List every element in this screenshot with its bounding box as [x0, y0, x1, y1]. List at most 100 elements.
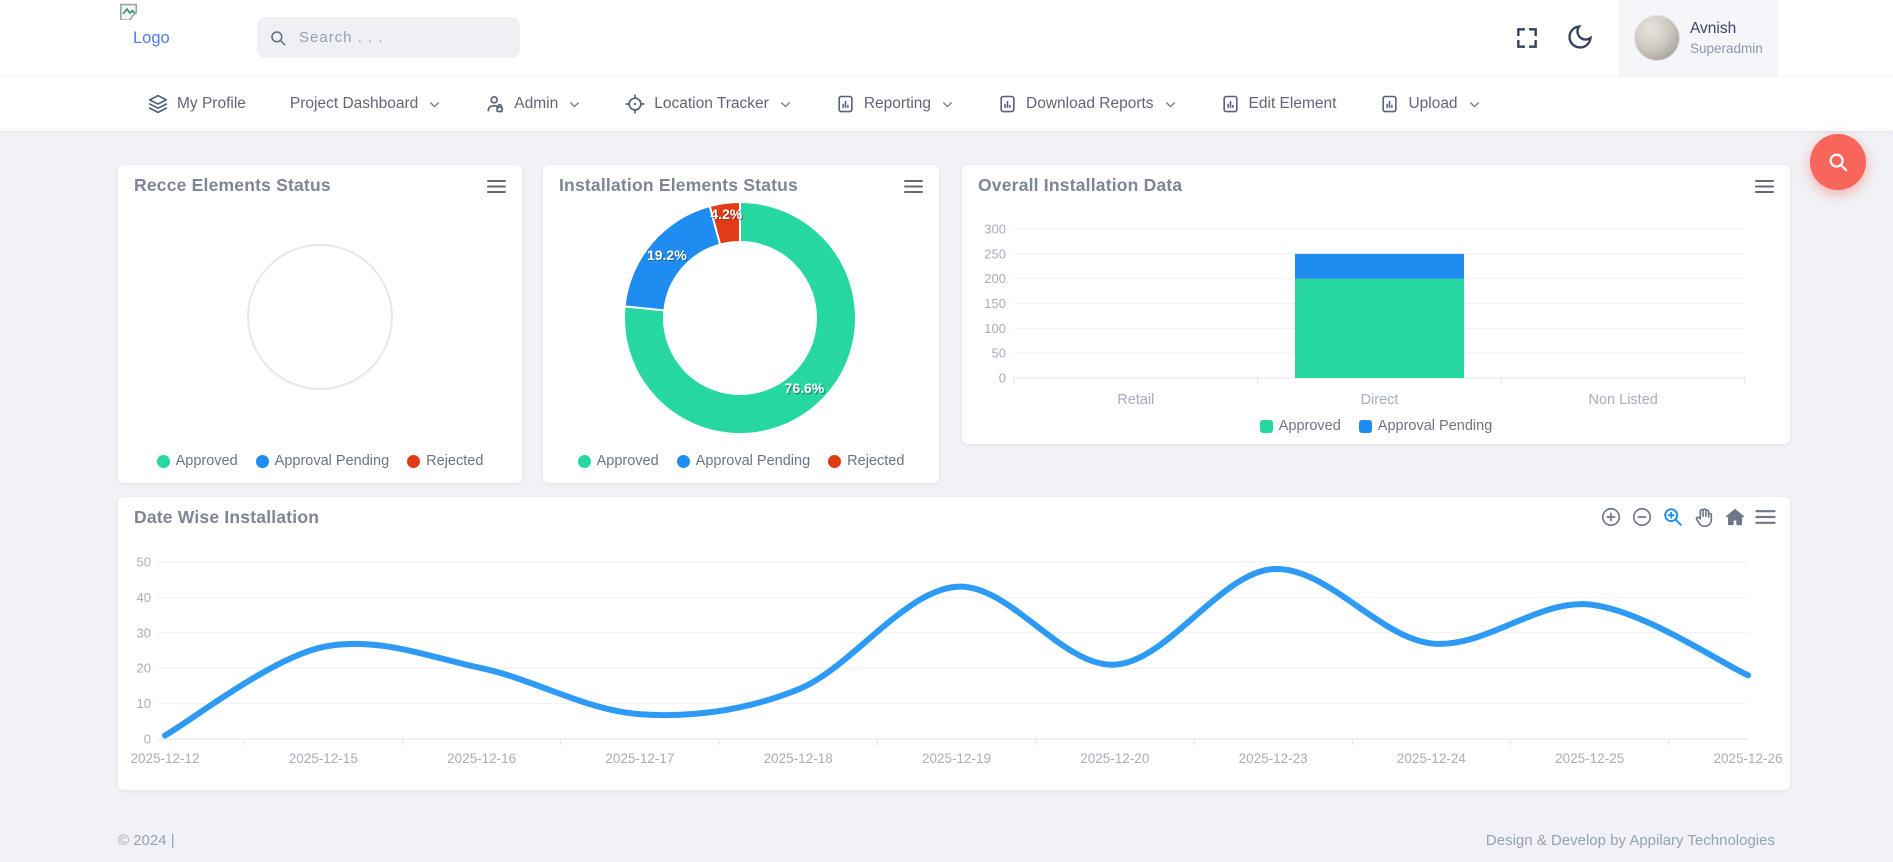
y-tick-label: 40 [137, 590, 151, 605]
nav-item-upload[interactable]: Upload [1380, 94, 1480, 114]
nav-item-download-reports[interactable]: Download Reports [998, 94, 1177, 114]
report-icon [1380, 94, 1399, 114]
report-icon [836, 94, 855, 114]
layers-icon [148, 94, 168, 114]
legend-marker [1358, 419, 1372, 433]
y-tick-label: 0 [999, 371, 1006, 386]
top-bar: Logo Avnish Superadmin [0, 0, 1893, 76]
datewise-line-chart: 0 10 20 30 40 50 2025-12-12 2025-12-15 2025-12-1… [130, 555, 1782, 767]
legend-label: Rejected [847, 453, 905, 469]
floating-search-button[interactable] [1810, 134, 1866, 190]
legend-marker [156, 454, 170, 468]
bar-direct-approved[interactable] [1295, 278, 1464, 378]
moon-icon [1568, 25, 1592, 49]
nav-item-label: Upload [1408, 95, 1458, 112]
x-category-label: Direct [1361, 392, 1399, 408]
chevron-down-icon [1468, 98, 1481, 111]
user-menu[interactable]: Avnish Superadmin [1618, 0, 1778, 76]
chevron-down-icon [941, 98, 954, 111]
legend-label: Approval Pending [1377, 418, 1493, 434]
legend-item-approval-pending[interactable]: Approval Pending [1358, 418, 1493, 434]
fullscreen-button[interactable] [1514, 25, 1540, 54]
dashboard-screen: Logo Avnish Superadmin My Profile Project… [0, 0, 1893, 862]
donut-data-label: 76.6% [785, 380, 825, 396]
overall-bar-chart: 300 250 200 150 100 50 0 Retail Direct Non Listed [984, 222, 1746, 408]
recce-donut-chart [247, 244, 393, 390]
legend-item-rejected[interactable]: Rejected [407, 453, 483, 469]
legend-item-approved[interactable]: Approved [1259, 418, 1341, 434]
y-tick-label: 50 [137, 555, 151, 570]
card-recce-elements-status: Recce Elements Status Approved Approval P… [118, 165, 522, 483]
legend-marker [255, 454, 269, 468]
nav-item-label: Download Reports [1026, 95, 1154, 112]
x-tick-label: 2025-12-17 [605, 751, 674, 766]
admin-user-icon [485, 94, 505, 114]
chevron-down-icon [779, 98, 792, 111]
legend-label: Approval Pending [695, 453, 811, 469]
y-tick-label: 150 [984, 296, 1006, 311]
legend-label: Approved [175, 453, 238, 469]
legend-marker [1259, 419, 1273, 433]
footer-credit: Design & Develop by Appilary Technologie… [1485, 831, 1775, 849]
y-tick-label: 200 [984, 271, 1006, 286]
nav-item-admin[interactable]: Admin [485, 94, 581, 114]
user-role: Superadmin [1690, 41, 1763, 56]
nav-item-project-dashboard[interactable]: Project Dashboard [290, 95, 441, 113]
legend-marker [577, 454, 591, 468]
footer-copyright: © 2024 | [118, 831, 175, 849]
x-category-label: Non Listed [1589, 392, 1658, 408]
broken-image-icon [119, 3, 138, 25]
x-tick-label: 2025-12-19 [922, 751, 991, 766]
nav-item-reporting[interactable]: Reporting [836, 94, 954, 114]
card-installation-elements-status: Installation Elements Status 76.6% 76.6% 1… [543, 165, 939, 483]
y-tick-label: 0 [144, 732, 151, 747]
chevron-down-icon [428, 98, 441, 111]
x-tick-label: 2025-12-20 [1080, 751, 1149, 766]
overall-legend: Approved Approval Pending [962, 418, 1790, 434]
location-target-icon [625, 94, 645, 114]
line-series[interactable] [162, 566, 1751, 739]
donut-data-label: 19.2% [647, 247, 687, 263]
y-tick-label: 30 [137, 625, 151, 640]
y-tick-label: 50 [992, 346, 1006, 361]
logo[interactable]: Logo [119, 3, 170, 48]
search-input[interactable] [297, 28, 501, 47]
legend-item-rejected[interactable]: Rejected [828, 453, 904, 469]
chevron-down-icon [568, 98, 581, 111]
nav-item-location-tracker[interactable]: Location Tracker [625, 94, 792, 114]
empty-donut-outline [247, 244, 393, 390]
legend-item-approval-pending[interactable]: Approval Pending [676, 453, 811, 469]
recce-legend: Approved Approval Pending Rejected [118, 453, 522, 469]
x-category-label: Retail [1117, 392, 1154, 408]
card-date-wise-installation: Date Wise Installation 0 10 20 30 40 50 2025-1… [118, 497, 1790, 790]
nav-item-edit-element[interactable]: Edit Element [1221, 94, 1337, 114]
x-tick-label: 2025-12-26 [1713, 751, 1782, 766]
nav-item-label: Reporting [863, 95, 932, 112]
nav-item-label: Admin [514, 95, 559, 112]
nav-item-label: Edit Element [1248, 95, 1337, 112]
legend-item-approved[interactable]: Approved [156, 453, 238, 469]
nav-item-label: My Profile [177, 95, 246, 112]
legend-marker [407, 454, 421, 468]
nav-item-my-profile[interactable]: My Profile [148, 94, 246, 114]
legend-item-approved[interactable]: Approved [577, 453, 659, 469]
footer: © 2024 | Design & Develop by Appilary Te… [0, 818, 1893, 862]
legend-item-approval-pending[interactable]: Approval Pending [255, 453, 389, 469]
logo-text: Logo [133, 29, 170, 47]
search-box [257, 17, 520, 58]
legend-label: Rejected [426, 453, 484, 469]
x-tick-label: 2025-12-23 [1239, 751, 1308, 766]
y-tick-label: 100 [984, 321, 1006, 336]
bar-direct-approval-pending[interactable] [1295, 253, 1464, 279]
user-name: Avnish [1690, 20, 1737, 37]
x-tick-label: 2025-12-18 [764, 751, 833, 766]
legend-marker [676, 454, 690, 468]
card-overall-installation-data: Overall Installation Data 300 250 200 150 10… [962, 165, 1790, 444]
nav-menu: My Profile Project Dashboard Admin Location… [0, 76, 1893, 131]
x-tick-label: 2025-12-24 [1397, 751, 1467, 766]
y-tick-label: 10 [137, 696, 151, 711]
search-icon [1829, 153, 1848, 172]
installation-donut-chart: 76.6%76.6%19.2%19.2%4.2%4.2% [623, 201, 857, 435]
dark-mode-button[interactable] [1566, 23, 1594, 54]
nav-item-label: Location Tracker [654, 95, 769, 112]
